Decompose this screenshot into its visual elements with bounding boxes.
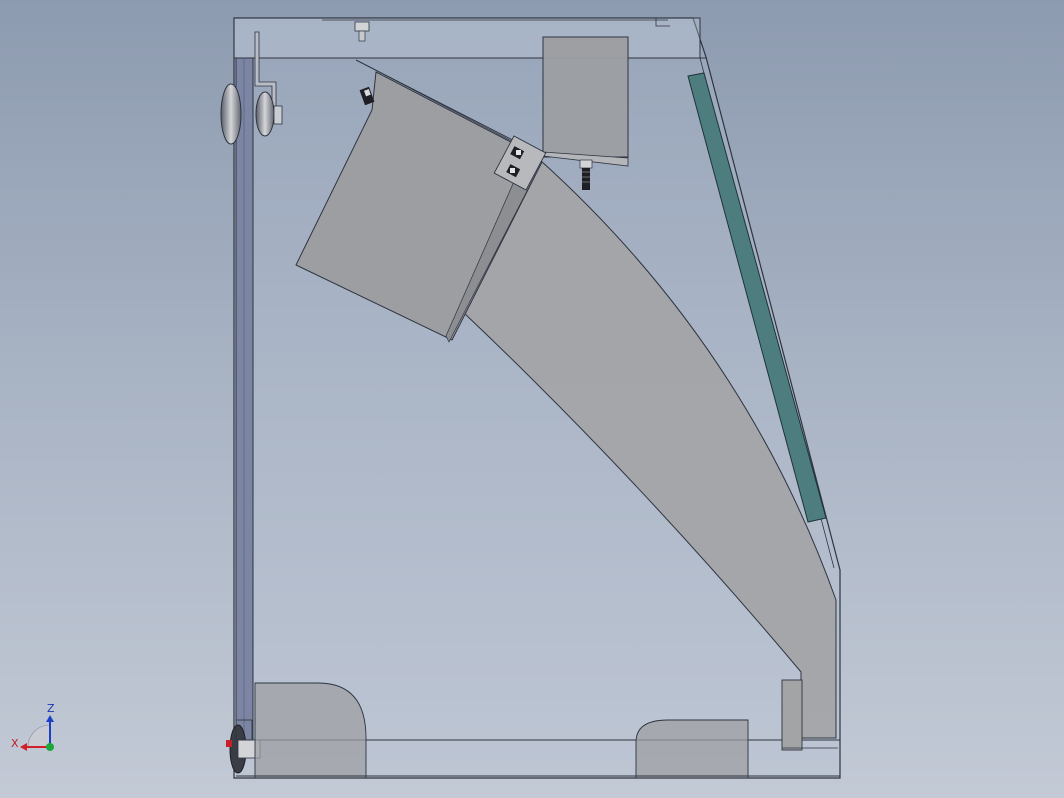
foot-rear: [254, 682, 367, 779]
foot-front: [635, 719, 749, 779]
housing-side-glass: [233, 17, 841, 779]
triad-icon: X Z: [11, 702, 55, 751]
cad-viewport[interactable]: X Z: [0, 0, 1064, 798]
triad-x-label: X: [11, 737, 19, 750]
y-axis-dot: [46, 743, 54, 751]
chute-lip: [781, 679, 803, 751]
housing-top-band: [233, 17, 701, 59]
rear-door-frame: [235, 57, 254, 749]
housing: [233, 17, 841, 779]
cad-drawing: X Z: [11, 17, 841, 779]
motor-block: [542, 36, 629, 167]
triad-z-label: Z: [47, 702, 55, 715]
